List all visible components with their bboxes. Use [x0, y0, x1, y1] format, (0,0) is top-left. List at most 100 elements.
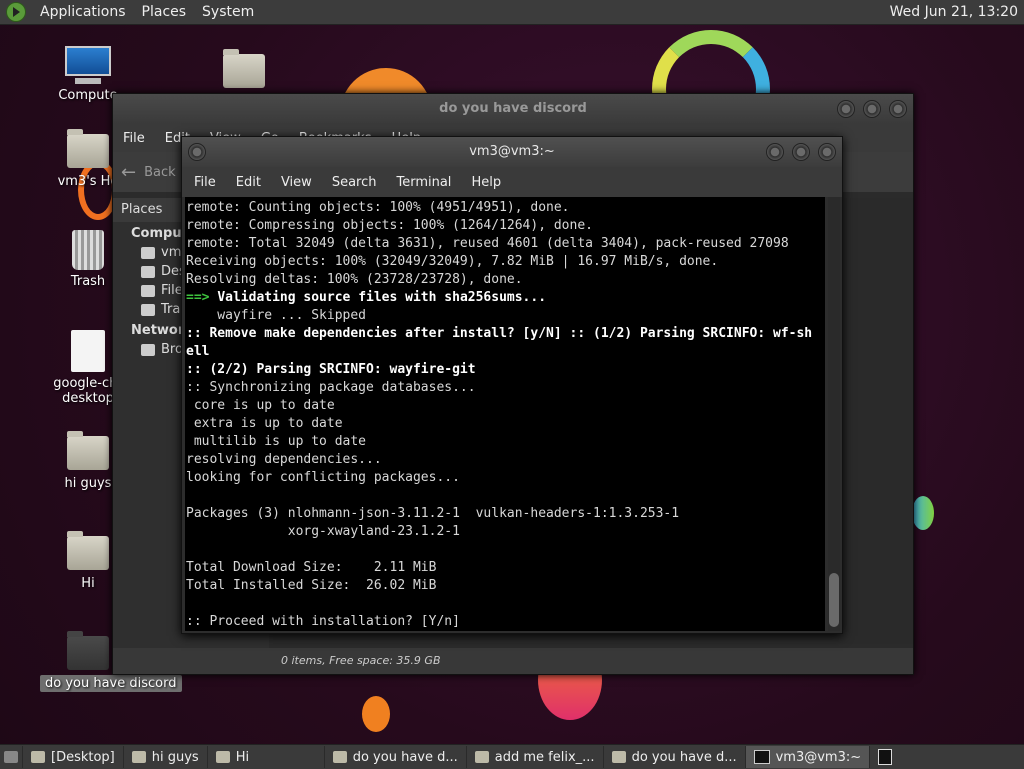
terminal-line: :: Proceed with installation? [Y/n]	[186, 613, 825, 631]
maximize-button[interactable]	[863, 100, 881, 118]
terminal-line: remote: Counting objects: 100% (4951/495…	[186, 199, 825, 217]
terminal-line-text: :: Remove make dependencies after instal…	[186, 326, 813, 341]
minimize-button[interactable]	[837, 100, 855, 118]
workspace-switcher[interactable]	[870, 746, 900, 768]
scrollbar-thumb[interactable]	[829, 573, 839, 627]
terminal-icon	[753, 750, 770, 764]
terminal-line-text: :: Synchronizing package databases...	[186, 380, 476, 395]
terminal-scrollbar[interactable]	[828, 197, 840, 631]
desktop-icon-label: do you have discord	[40, 675, 182, 692]
terminal-line-text: core is up to date	[186, 398, 335, 413]
status-text: 0 items, Free space: 35.9 GB	[281, 654, 441, 667]
wallpaper-blue-disc	[912, 496, 934, 530]
distro-logo-icon[interactable]	[6, 2, 26, 22]
show-desktop-icon	[4, 751, 18, 763]
terminal-line-text: Packages (3) nlohmann-json-3.11.2-1 vulk…	[186, 506, 680, 521]
taskbar-item-label: hi guys	[151, 749, 199, 765]
terminal-line: remote: Compressing objects: 100% (1264/…	[186, 217, 825, 235]
file-icon	[71, 330, 105, 372]
trash-icon	[141, 303, 155, 316]
minimize-button[interactable]	[766, 143, 784, 161]
close-button[interactable]	[889, 100, 907, 118]
terminal-line	[186, 487, 825, 505]
menu-view[interactable]: View	[271, 175, 322, 190]
desktop-icon	[141, 265, 155, 278]
taskbar-item-label: add me felix_...	[494, 749, 595, 765]
menu-search[interactable]: Search	[322, 175, 387, 190]
terminal-line: wayfire ... Skipped	[186, 307, 825, 325]
menu-edit[interactable]: Edit	[226, 175, 271, 190]
file-manager-titlebar[interactable]: do you have discord	[113, 94, 913, 124]
home-icon	[141, 246, 155, 259]
terminal-line-text: wayfire ... Skipped	[186, 308, 367, 323]
drive-icon	[141, 284, 155, 297]
terminal-line-text: multilib is up to date	[186, 434, 367, 449]
terminal-line: remote: Total 32049 (delta 3631), reused…	[186, 235, 825, 253]
terminal-line-text: remote: Counting objects: 100% (4951/495…	[186, 200, 570, 215]
terminal-line-text: Total Installed Size: 26.02 MiB	[186, 578, 437, 593]
taskbar-item-hi-guys[interactable]: hi guys	[124, 746, 208, 768]
menu-help[interactable]: Help	[461, 175, 511, 190]
menu-file[interactable]: File	[184, 175, 226, 190]
terminal-line: extra is up to date	[186, 415, 825, 433]
terminal-line-text	[186, 488, 194, 503]
folder-icon	[332, 751, 347, 763]
terminal-line-text: resolving dependencies...	[186, 452, 382, 467]
folder-icon	[611, 751, 626, 763]
folder-icon	[31, 751, 45, 763]
folder-icon	[67, 531, 109, 570]
terminal-line-text: extra is up to date	[186, 416, 343, 431]
back-arrow-icon: ←	[121, 161, 137, 183]
taskbar-item-do-you-have-discord-2[interactable]: do you have d...	[604, 746, 746, 768]
show-desktop-button[interactable]	[0, 746, 23, 768]
terminal-line: looking for conflicting packages...	[186, 469, 825, 487]
folder-icon	[215, 751, 230, 763]
computer-icon	[65, 46, 111, 84]
terminal-line: ell	[186, 343, 825, 361]
taskbar-item-hi[interactable]: Hi	[208, 746, 325, 768]
menu-system[interactable]: System	[194, 4, 262, 20]
clock[interactable]: Wed Jun 21, 13:20	[890, 4, 1018, 20]
terminal-line-text: Receiving objects: 100% (32049/32049), 7…	[186, 254, 719, 269]
window-title: vm3@vm3:~	[469, 144, 555, 159]
maximize-button[interactable]	[792, 143, 810, 161]
terminal-line: Total Download Size: 2.11 MiB	[186, 559, 825, 577]
taskbar-item-label: [Desktop]	[51, 749, 115, 765]
terminal-line-text: Resolving deltas: 100% (23728/23728), do…	[186, 272, 523, 287]
back-button[interactable]: Back	[144, 165, 176, 180]
taskbar-item-add-me[interactable]: add me felix_...	[467, 746, 604, 768]
terminal-line: :: (2/2) Parsing SRCINFO: wayfire-git	[186, 361, 825, 379]
window-menu-button[interactable]	[188, 143, 206, 161]
network-icon	[141, 343, 155, 356]
menu-file[interactable]: File	[113, 131, 155, 146]
terminal-line: ==> Validating source files with sha256s…	[186, 289, 825, 307]
workspace-icon	[878, 749, 893, 765]
folder-icon	[67, 631, 109, 670]
taskbar-item-label: vm3@vm3:~	[775, 749, 862, 765]
window-title: do you have discord	[439, 101, 587, 116]
taskbar-item-do-you-have-discord[interactable]: do you have d...	[325, 746, 467, 768]
taskbar-item-desktop[interactable]: [Desktop]	[23, 746, 124, 768]
folder-icon	[131, 751, 146, 763]
terminal-line-text: Validating source files with sha256sums.…	[217, 290, 547, 305]
terminal-line-text: remote: Compressing objects: 100% (1264/…	[186, 218, 593, 233]
terminal-titlebar[interactable]: vm3@vm3:~	[182, 137, 842, 167]
terminal-line-text: Total Download Size: 2.11 MiB	[186, 560, 437, 575]
taskbar: [Desktop] hi guys Hi do you have d... ad…	[0, 744, 1024, 769]
terminal-line	[186, 595, 825, 613]
terminal-line: multilib is up to date	[186, 433, 825, 451]
menu-applications[interactable]: Applications	[32, 4, 134, 20]
terminal-lines: remote: Counting objects: 100% (4951/495…	[185, 197, 825, 631]
close-button[interactable]	[818, 143, 836, 161]
terminal-line: :: Synchronizing package databases...	[186, 379, 825, 397]
menu-places[interactable]: Places	[134, 4, 195, 20]
terminal-line: Resolving deltas: 100% (23728/23728), do…	[186, 271, 825, 289]
terminal-line-text	[186, 596, 194, 611]
terminal-line-text: :: Proceed with installation? [Y/n]	[186, 614, 460, 629]
terminal-line: Receiving objects: 100% (32049/32049), 7…	[186, 253, 825, 271]
terminal-line-prefix: ==>	[186, 290, 218, 305]
taskbar-item-terminal[interactable]: vm3@vm3:~	[745, 746, 871, 768]
menu-terminal[interactable]: Terminal	[386, 175, 461, 190]
desktop-icon-folder[interactable]	[196, 49, 292, 94]
terminal-output[interactable]: remote: Counting objects: 100% (4951/495…	[185, 197, 825, 631]
